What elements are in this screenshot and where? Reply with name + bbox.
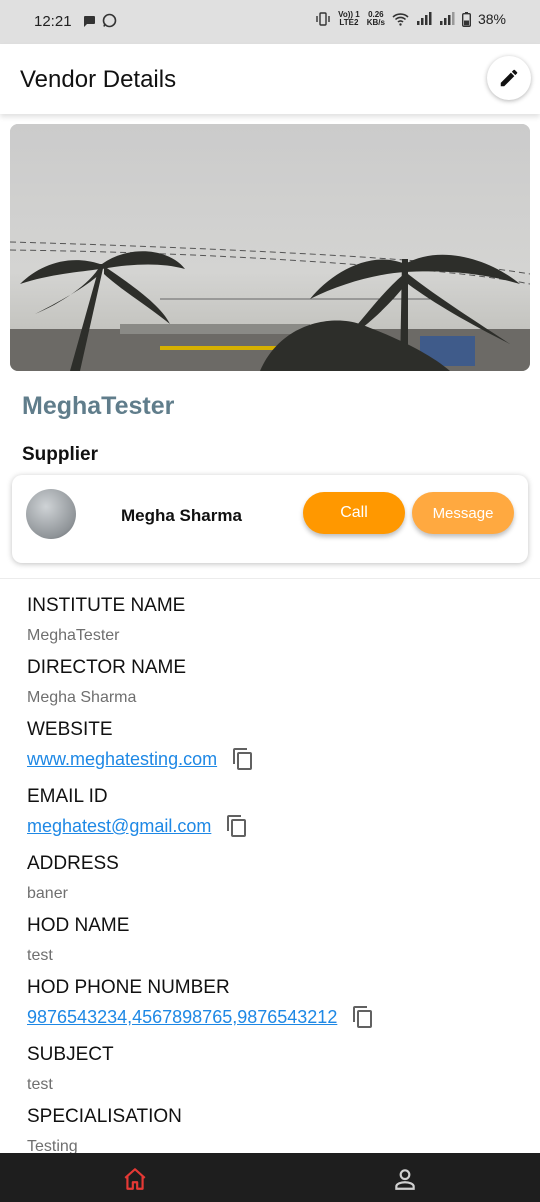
- signal-icon-2: [439, 12, 455, 25]
- phone-row: 9876543234,4567898765,9876543212: [27, 1005, 527, 1029]
- network-speed: 0.26 KB/s: [367, 11, 385, 27]
- battery-percent: 38%: [477, 11, 506, 27]
- pencil-icon: [500, 69, 518, 87]
- field-address: ADDRESS baner: [27, 852, 527, 914]
- home-icon[interactable]: [122, 1166, 148, 1192]
- message-button[interactable]: Message: [412, 492, 514, 534]
- profile-icon[interactable]: [392, 1166, 418, 1192]
- field-label: DIRECTOR NAME: [27, 657, 187, 678]
- organization-name: MeghaTester: [22, 392, 175, 420]
- call-button[interactable]: Call: [303, 492, 405, 534]
- field-label: HOD PHONE NUMBER: [27, 977, 230, 998]
- field-website: WEBSITE www.meghatesting.com: [27, 718, 527, 785]
- field-hod-phone: HOD PHONE NUMBER 9876543234,4567898765,9…: [27, 976, 527, 1043]
- supplier-section-title: Supplier: [22, 444, 99, 465]
- supplier-name: Megha Sharma: [121, 506, 242, 525]
- status-bar: 12:21 Vo)) 1 LTE2 0.26 KB/s 38%: [0, 0, 540, 44]
- speed-bottom: KB/s: [366, 18, 385, 27]
- field-value: MeghaTester: [27, 627, 120, 644]
- avatar: [26, 489, 76, 539]
- app-bar: Vendor Details: [0, 44, 540, 114]
- wifi-icon: [392, 13, 409, 26]
- network-type: Vo)) 1 LTE2: [338, 11, 360, 27]
- field-institute-name: INSTITUTE NAME MeghaTester: [27, 594, 527, 656]
- status-time: 12:21: [34, 13, 72, 30]
- field-hod-name: HOD NAME test: [27, 914, 527, 976]
- field-value: baner: [27, 885, 68, 902]
- field-subject: SUBJECT test: [27, 1043, 527, 1105]
- field-director-name: DIRECTOR NAME Megha Sharma: [27, 656, 527, 718]
- email-link[interactable]: meghatest@gmail.com: [27, 814, 211, 838]
- page-title: Vendor Details: [20, 66, 177, 93]
- supplier-card: Megha Sharma Call Message: [12, 475, 528, 563]
- field-label: ADDRESS: [27, 853, 119, 874]
- phone-link[interactable]: 9876543234,4567898765,9876543212: [27, 1005, 337, 1029]
- vibrate-icon: [316, 12, 330, 26]
- copy-icon[interactable]: [231, 747, 255, 771]
- field-label: SPECIALISATION: [27, 1106, 182, 1127]
- signal-icon: [416, 12, 432, 25]
- field-label: INSTITUTE NAME: [27, 595, 186, 616]
- net-bottom: LTE2: [339, 18, 359, 27]
- email-row: meghatest@gmail.com: [27, 814, 527, 838]
- field-label: HOD NAME: [27, 915, 130, 936]
- vendor-banner-image: [10, 124, 530, 371]
- field-value: Megha Sharma: [27, 689, 137, 706]
- field-label: EMAIL ID: [27, 786, 108, 807]
- field-email: EMAIL ID meghatest@gmail.com: [27, 785, 527, 852]
- copy-icon[interactable]: [225, 814, 249, 838]
- field-label: SUBJECT: [27, 1044, 114, 1065]
- details-list: INSTITUTE NAME MeghaTester DIRECTOR NAME…: [27, 594, 527, 1167]
- chat-bubble-icon: [84, 15, 95, 27]
- banner-photo: [10, 124, 530, 371]
- website-row: www.meghatesting.com: [27, 747, 527, 771]
- edit-button[interactable]: [487, 56, 531, 100]
- notification-icons: [82, 13, 117, 28]
- status-right-icons: Vo)) 1 LTE2 0.26 KB/s 38%: [315, 11, 506, 27]
- field-value: test: [27, 1076, 53, 1093]
- field-label: WEBSITE: [27, 719, 113, 740]
- battery-icon: [461, 11, 471, 27]
- divider: [0, 578, 540, 579]
- whatsapp-icon: [102, 13, 117, 28]
- bottom-nav: [0, 1153, 540, 1202]
- website-link[interactable]: www.meghatesting.com: [27, 747, 217, 771]
- field-value: test: [27, 947, 53, 964]
- copy-icon[interactable]: [351, 1005, 375, 1029]
